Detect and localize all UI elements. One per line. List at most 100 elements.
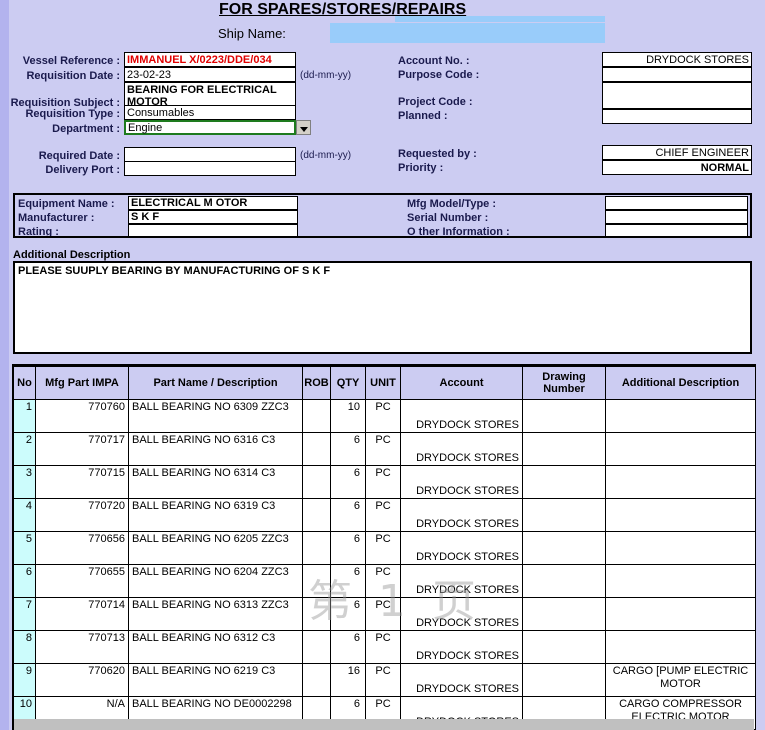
cell-account[interactable]: DRYDOCK STORES xyxy=(400,597,523,631)
cell-additional-description[interactable] xyxy=(605,531,756,565)
cell-part-name[interactable]: BALL BEARING NO 6204 ZZC3 xyxy=(128,564,303,598)
cell-no[interactable]: 4 xyxy=(13,498,36,532)
table-row[interactable]: 4 770720 BALL BEARING NO 6319 C3 6 PC DRYDOCK… xyxy=(13,498,756,532)
cell-qty[interactable]: 6 xyxy=(330,465,366,499)
cell-part-name[interactable]: BALL BEARING NO 6319 C3 xyxy=(128,498,303,532)
cell-account[interactable]: DRYDOCK STORES xyxy=(400,630,523,664)
table-row[interactable]: 3 770715 BALL BEARING NO 6314 C3 6 PC DRYDOCK… xyxy=(13,465,756,499)
cell-qty[interactable]: 6 xyxy=(330,597,366,631)
cell-qty[interactable]: 6 xyxy=(330,564,366,598)
cell-account[interactable]: DRYDOCK STORES xyxy=(400,564,523,598)
table-row[interactable]: 8 770713 BALL BEARING NO 6312 C3 6 PC DRYDOCK… xyxy=(13,630,756,664)
cell-no[interactable]: 1 xyxy=(13,399,36,433)
cell-qty[interactable]: 6 xyxy=(330,531,366,565)
col-additional-description: Additional Description xyxy=(605,366,756,400)
cell-drawing-number[interactable] xyxy=(522,531,606,565)
cell-mfg-part[interactable]: 770620 xyxy=(35,663,129,697)
table-row[interactable]: 6 770655 BALL BEARING NO 6204 ZZC3 6 PC DRYDO… xyxy=(13,564,756,598)
cell-account[interactable]: DRYDOCK STORES xyxy=(400,465,523,499)
cell-rob[interactable] xyxy=(302,597,331,631)
cell-drawing-number[interactable] xyxy=(522,399,606,433)
parts-table: No Mfg Part IMPA Part Name / Description… xyxy=(13,366,756,730)
col-drawing-number: Drawing Number xyxy=(522,366,606,400)
cell-mfg-part[interactable]: 770717 xyxy=(35,432,129,466)
cell-drawing-number[interactable] xyxy=(522,630,606,664)
cell-mfg-part[interactable]: 770715 xyxy=(35,465,129,499)
cell-account[interactable]: DRYDOCK STORES xyxy=(400,663,523,697)
cell-unit[interactable]: PC xyxy=(365,663,401,697)
cell-qty[interactable]: 6 xyxy=(330,432,366,466)
cell-no[interactable]: 5 xyxy=(13,531,36,565)
cell-qty[interactable]: 16 xyxy=(330,663,366,697)
cell-additional-description[interactable] xyxy=(605,564,756,598)
cell-unit[interactable]: PC xyxy=(365,630,401,664)
cell-unit[interactable]: PC xyxy=(365,465,401,499)
cell-rob[interactable] xyxy=(302,465,331,499)
cell-mfg-part[interactable]: 770655 xyxy=(35,564,129,598)
cell-drawing-number[interactable] xyxy=(522,564,606,598)
col-unit: UNIT xyxy=(365,366,401,400)
requisition-form-page: FOR SPARES/STORES/REPAIRS Ship Name: Ves… xyxy=(0,0,765,730)
cell-no[interactable]: 9 xyxy=(13,663,36,697)
table-row[interactable]: 2 770717 BALL BEARING NO 6316 C3 6 PC DRYDOCK… xyxy=(13,432,756,466)
cell-rob[interactable] xyxy=(302,531,331,565)
cell-account[interactable]: DRYDOCK STORES xyxy=(400,498,523,532)
cell-part-name[interactable]: BALL BEARING NO 6309 ZZC3 xyxy=(128,399,303,433)
cell-rob[interactable] xyxy=(302,498,331,532)
cell-unit[interactable]: PC xyxy=(365,597,401,631)
cell-part-name[interactable]: BALL BEARING NO 6312 C3 xyxy=(128,630,303,664)
cell-mfg-part[interactable]: 770720 xyxy=(35,498,129,532)
cell-rob[interactable] xyxy=(302,630,331,664)
cell-part-name[interactable]: BALL BEARING NO 6316 C3 xyxy=(128,432,303,466)
cell-rob[interactable] xyxy=(302,399,331,433)
table-row[interactable]: 9 770620 BALL BEARING NO 6219 C3 16 PC DRYDOC… xyxy=(13,663,756,697)
cell-unit[interactable]: PC xyxy=(365,432,401,466)
cell-rob[interactable] xyxy=(302,663,331,697)
cell-no[interactable]: 7 xyxy=(13,597,36,631)
table-row[interactable]: 5 770656 BALL BEARING NO 6205 ZZC3 6 PC DRYDO… xyxy=(13,531,756,565)
cell-additional-description[interactable] xyxy=(605,399,756,433)
cell-additional-description[interactable] xyxy=(605,498,756,532)
cell-mfg-part[interactable]: 770760 xyxy=(35,399,129,433)
cell-rob[interactable] xyxy=(302,432,331,466)
cell-qty[interactable]: 6 xyxy=(330,630,366,664)
cell-mfg-part[interactable]: 770714 xyxy=(35,597,129,631)
cell-no[interactable]: 8 xyxy=(13,630,36,664)
col-no: No xyxy=(13,366,36,400)
cell-unit[interactable]: PC xyxy=(365,531,401,565)
cell-rob[interactable] xyxy=(302,564,331,598)
cell-qty[interactable]: 10 xyxy=(330,399,366,433)
cell-additional-description[interactable]: CARGO [PUMP ELECTRIC MOTOR xyxy=(605,663,756,697)
cell-mfg-part[interactable]: 770713 xyxy=(35,630,129,664)
cell-additional-description[interactable] xyxy=(605,465,756,499)
cell-part-name[interactable]: BALL BEARING NO 6314 C3 xyxy=(128,465,303,499)
table-row[interactable]: 7 770714 BALL BEARING NO 6313 ZZC3 6 PC DRYDO… xyxy=(13,597,756,631)
cell-part-name[interactable]: BALL BEARING NO 6205 ZZC3 xyxy=(128,531,303,565)
cell-qty[interactable]: 6 xyxy=(330,498,366,532)
cell-additional-description[interactable] xyxy=(605,630,756,664)
col-qty: QTY xyxy=(330,366,366,400)
cell-account[interactable]: DRYDOCK STORES xyxy=(400,399,523,433)
cell-no[interactable]: 2 xyxy=(13,432,36,466)
cell-no[interactable]: 3 xyxy=(13,465,36,499)
cell-part-name[interactable]: BALL BEARING NO 6219 C3 xyxy=(128,663,303,697)
cell-part-name[interactable]: BALL BEARING NO 6313 ZZC3 xyxy=(128,597,303,631)
cell-unit[interactable]: PC xyxy=(365,399,401,433)
col-account: Account xyxy=(400,366,523,400)
cell-additional-description[interactable] xyxy=(605,597,756,631)
cell-no[interactable]: 6 xyxy=(13,564,36,598)
table-bottom-gray-row xyxy=(14,719,754,730)
cell-account[interactable]: DRYDOCK STORES xyxy=(400,432,523,466)
table-row[interactable]: 1 770760 BALL BEARING NO 6309 ZZC3 10 PC DRYD… xyxy=(13,399,756,433)
cell-drawing-number[interactable] xyxy=(522,498,606,532)
cell-mfg-part[interactable]: 770656 xyxy=(35,531,129,565)
parts-table-body: 1 770760 BALL BEARING NO 6309 ZZC3 10 PC DRYD… xyxy=(13,399,756,730)
cell-account[interactable]: DRYDOCK STORES xyxy=(400,531,523,565)
cell-drawing-number[interactable] xyxy=(522,432,606,466)
cell-drawing-number[interactable] xyxy=(522,597,606,631)
cell-additional-description[interactable] xyxy=(605,432,756,466)
cell-drawing-number[interactable] xyxy=(522,465,606,499)
cell-unit[interactable]: PC xyxy=(365,564,401,598)
cell-unit[interactable]: PC xyxy=(365,498,401,532)
cell-drawing-number[interactable] xyxy=(522,663,606,697)
